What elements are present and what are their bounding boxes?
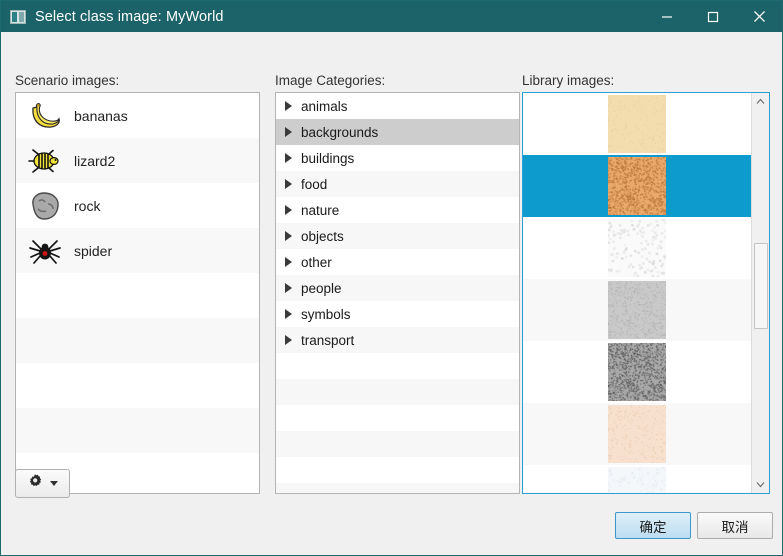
paper-crumpled-white-thumbnail [608,219,666,277]
list-item[interactable]: bananas [16,93,259,138]
library-images-label: Library images: [522,73,615,88]
expand-triangle-icon[interactable] [285,127,292,137]
concrete-light-gray-thumbnail [608,281,666,339]
library-item[interactable] [523,93,751,155]
list-item-label: spider [74,242,113,259]
select-class-image-dialog: Select class image: MyWorld Scenario ima… [0,0,783,556]
image-window-icon [10,9,26,24]
maximize-button[interactable] [690,1,736,32]
list-item-empty [16,363,259,408]
lizard-icon [26,142,64,180]
list-item-empty [16,318,259,363]
list-item-empty [16,408,259,453]
bananas-icon [26,97,64,135]
library-items-container [523,93,751,493]
category-item-label: nature [301,202,340,218]
expand-triangle-icon[interactable] [285,179,292,189]
sand-grainy-orange-thumbnail [608,157,666,215]
category-item-empty [276,353,519,379]
category-item-label: food [301,176,328,192]
category-item-label: animals [301,98,348,114]
close-button[interactable] [736,1,782,32]
category-item-people[interactable]: people [276,275,519,301]
spider-icon [26,232,64,270]
list-item-label: rock [74,197,101,214]
category-item-empty [276,379,519,405]
scenario-images-list[interactable]: bananas lizard2 rock spider [15,92,260,494]
library-images-list[interactable] [522,92,770,494]
category-item-label: symbols [301,306,351,322]
minimize-button[interactable] [644,1,690,32]
list-item-label: lizard2 [74,152,116,169]
chevron-down-icon [50,481,58,486]
library-item[interactable] [523,341,751,403]
category-item-label: backgrounds [301,124,379,140]
category-item-animals[interactable]: animals [276,93,519,119]
expand-triangle-icon[interactable] [285,231,292,241]
scenario-images-label: Scenario images: [15,73,120,88]
list-item-empty [16,273,259,318]
dialog-footer: 确定 取消 [1,461,782,555]
category-item-label: transport [301,332,355,348]
category-item-objects[interactable]: objects [276,223,519,249]
category-item-empty [276,431,519,457]
category-item-backgrounds[interactable]: backgrounds [276,119,519,145]
expand-triangle-icon[interactable] [285,257,292,267]
settings-menu-button[interactable] [15,469,70,498]
list-item[interactable]: lizard2 [16,138,259,183]
image-categories-label: Image Categories: [275,73,386,88]
list-item[interactable]: rock [16,183,259,228]
sand-smooth-pale-thumbnail [608,95,666,153]
ok-button[interactable]: 确定 [615,512,691,539]
expand-triangle-icon[interactable] [285,153,292,163]
category-item-nature[interactable]: nature [276,197,519,223]
title-bar: Select class image: MyWorld [1,1,782,32]
library-item[interactable] [523,217,751,279]
category-item-label: other [301,254,332,270]
library-item[interactable] [523,403,751,465]
rock-icon [26,187,64,225]
dialog-body: Scenario images: Image Categories: Libra… [1,32,782,494]
category-item-food[interactable]: food [276,171,519,197]
scrollbar-thumb[interactable] [754,243,768,329]
scroll-up-button[interactable] [752,93,769,110]
library-scrollbar[interactable] [751,93,769,493]
expand-triangle-icon[interactable] [285,101,292,111]
category-item-label: buildings [301,150,355,166]
list-item[interactable]: spider [16,228,259,273]
window-controls [644,1,782,32]
image-categories-list[interactable]: animals backgrounds buildings food nature obj… [275,92,520,494]
category-item-label: objects [301,228,344,244]
wood-pale-peach-thumbnail [608,405,666,463]
cancel-button[interactable]: 取消 [697,512,773,539]
expand-triangle-icon[interactable] [285,283,292,293]
list-item-label: bananas [74,107,128,124]
category-item-transport[interactable]: transport [276,327,519,353]
library-item[interactable] [523,279,751,341]
category-item-symbols[interactable]: symbols [276,301,519,327]
window-title: Select class image: MyWorld [35,8,224,25]
library-item[interactable] [523,155,751,217]
expand-triangle-icon[interactable] [285,309,292,319]
noise-dark-gray-thumbnail [608,343,666,401]
expand-triangle-icon[interactable] [285,205,292,215]
category-item-empty [276,405,519,431]
category-item-buildings[interactable]: buildings [276,145,519,171]
category-item-label: people [301,280,342,296]
expand-triangle-icon[interactable] [285,335,292,345]
gear-icon [27,473,43,494]
category-item-other[interactable]: other [276,249,519,275]
